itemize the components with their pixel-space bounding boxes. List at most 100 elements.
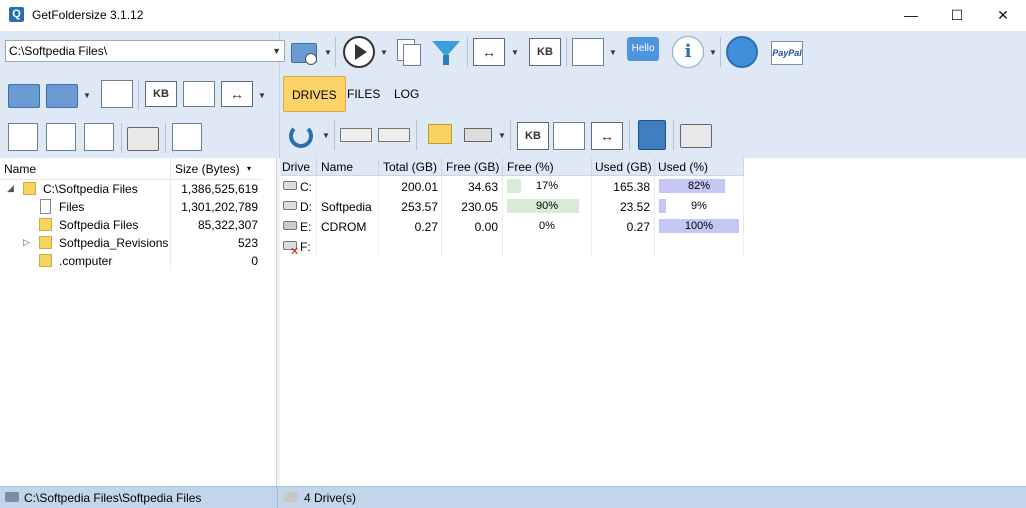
tree-row[interactable]: Softpedia Files 85,322,307 [0, 216, 262, 234]
print-button[interactable] [127, 123, 159, 153]
tree-row[interactable]: .computer 0 [0, 252, 262, 270]
tab-log[interactable]: LOG [386, 76, 427, 112]
drive-row[interactable]: E: CDROM 0.27 0.00 0% 0.27 100% [280, 217, 744, 237]
kb-icon: KB [529, 38, 561, 66]
tree-row-size: 1,386,525,619 [181, 182, 258, 196]
back-button[interactable] [8, 80, 40, 110]
tree-row[interactable]: ▷ Softpedia_Revisions 523 [0, 234, 262, 252]
checklist-dropdown-icon[interactable]: ▼ [609, 48, 617, 57]
right-kb-button[interactable]: KB [517, 122, 549, 152]
tab-files[interactable]: FILES [339, 76, 388, 112]
column-divider[interactable] [591, 158, 592, 176]
left-kb-button[interactable]: KB [145, 81, 177, 111]
folder-icon [23, 182, 36, 195]
drive-letter: D: [300, 200, 312, 214]
col-free-pct[interactable]: Free (%) [507, 160, 554, 174]
status-path: C:\Softpedia Files\Softpedia Files [24, 491, 202, 505]
paypal-button[interactable]: PayPal [771, 37, 803, 67]
forward-icon [46, 84, 78, 108]
width-dropdown-icon[interactable]: ▼ [511, 48, 519, 57]
path-combo[interactable]: C:\Softpedia Files\ ▼ [5, 40, 285, 62]
right-print-button[interactable] [680, 120, 712, 150]
column-divider[interactable] [743, 158, 744, 176]
network-drive-button[interactable] [424, 120, 456, 150]
forward-dropdown-icon[interactable]: ▼ [83, 91, 91, 100]
add-server-button[interactable] [462, 120, 494, 150]
column-divider[interactable] [441, 158, 442, 176]
left-width-button[interactable]: ↔ [221, 81, 253, 111]
browse-dropdown-icon[interactable]: ▼ [324, 48, 332, 57]
col-name[interactable]: Name [321, 160, 353, 174]
scan-dropdown-icon[interactable]: ▼ [380, 48, 388, 57]
binoculars-icon [172, 123, 202, 151]
chevron-down-icon[interactable]: ▼ [272, 41, 281, 61]
col-used[interactable]: Used (GB) [595, 160, 652, 174]
tree-col-size[interactable]: Size (Bytes) [175, 162, 240, 176]
export-list-button[interactable] [84, 123, 116, 153]
refresh-button[interactable] [285, 120, 317, 150]
printer-icon [680, 124, 712, 148]
col-total[interactable]: Total (GB) [383, 160, 437, 174]
save-list-button[interactable] [46, 123, 78, 153]
new-list-icon [8, 123, 38, 151]
left-width-dropdown-icon[interactable]: ▼ [258, 91, 266, 100]
checklist-button[interactable] [572, 38, 604, 68]
right-width-button[interactable]: ↔ [591, 122, 623, 152]
hello-button[interactable]: Hello [627, 37, 659, 67]
zoom-out-button[interactable] [378, 120, 410, 150]
columns-icon [183, 81, 215, 107]
drive-icon [5, 492, 19, 502]
col-used-pct[interactable]: Used (%) [658, 160, 708, 174]
column-divider[interactable] [502, 158, 503, 176]
toolbar-separator [467, 37, 468, 67]
tree-row[interactable]: ◢ C:\Softpedia Files 1,386,525,619 [0, 180, 262, 198]
hello-icon: Hello [627, 37, 659, 61]
col-free[interactable]: Free (GB) [446, 160, 499, 174]
server-dropdown-icon[interactable]: ▼ [498, 131, 506, 140]
columns-settings-button[interactable] [101, 80, 133, 110]
tab-drives[interactable]: DRIVES [283, 76, 346, 112]
collapse-icon[interactable]: ◢ [7, 183, 14, 194]
column-divider[interactable] [654, 158, 655, 176]
drive-total: 200.01 [401, 180, 438, 194]
drive-letter: F: [300, 240, 311, 254]
scan-button[interactable] [343, 36, 375, 68]
browse-folder-button[interactable] [289, 37, 321, 67]
tree-row[interactable]: Files 1,301,202,789 [0, 198, 262, 216]
toolbar-separator [334, 120, 335, 150]
forward-button[interactable] [46, 80, 78, 110]
toolbar-separator [510, 120, 511, 150]
kb-button[interactable]: KB [529, 38, 561, 68]
refresh-dropdown-icon[interactable]: ▼ [322, 131, 330, 140]
column-divider[interactable] [170, 158, 171, 180]
maximize-button[interactable]: ☐ [934, 0, 980, 31]
back-icon [8, 84, 40, 108]
toolbar-separator [165, 123, 166, 153]
column-divider[interactable] [316, 158, 317, 176]
find-button[interactable] [172, 123, 204, 153]
close-button[interactable]: ✕ [980, 0, 1026, 31]
col-drive[interactable]: Drive [282, 160, 310, 174]
save-button[interactable] [636, 120, 668, 150]
minimize-button[interactable]: — [888, 0, 934, 31]
expand-icon[interactable]: ▷ [23, 237, 30, 248]
info-dropdown-icon[interactable]: ▼ [709, 48, 717, 57]
filter-button[interactable] [430, 37, 462, 67]
column-divider[interactable] [378, 158, 379, 176]
right-columns-button[interactable] [553, 122, 585, 152]
free-pct-text: 90% [535, 200, 559, 212]
copy-button[interactable] [393, 37, 425, 67]
toolbar-separator [673, 120, 674, 150]
drive-row[interactable]: D: Softpedia 253.57 230.05 90% 23.52 9% [280, 197, 744, 217]
columns-icon [553, 122, 585, 150]
left-columns-button[interactable] [183, 81, 215, 111]
info-button[interactable]: i [672, 36, 704, 68]
width-button[interactable]: ↔ [473, 38, 505, 68]
tree-col-name[interactable]: Name [4, 162, 36, 176]
drives-pane: Drive Name Total (GB) Free (GB) Free (%)… [280, 158, 1026, 486]
exit-button[interactable] [726, 36, 758, 68]
drive-row[interactable]: ✕ F: [280, 237, 744, 258]
drive-row[interactable]: C: 200.01 34.63 17% 165.38 82% [280, 177, 744, 197]
zoom-in-button[interactable] [340, 120, 372, 150]
new-list-button[interactable] [8, 123, 40, 153]
